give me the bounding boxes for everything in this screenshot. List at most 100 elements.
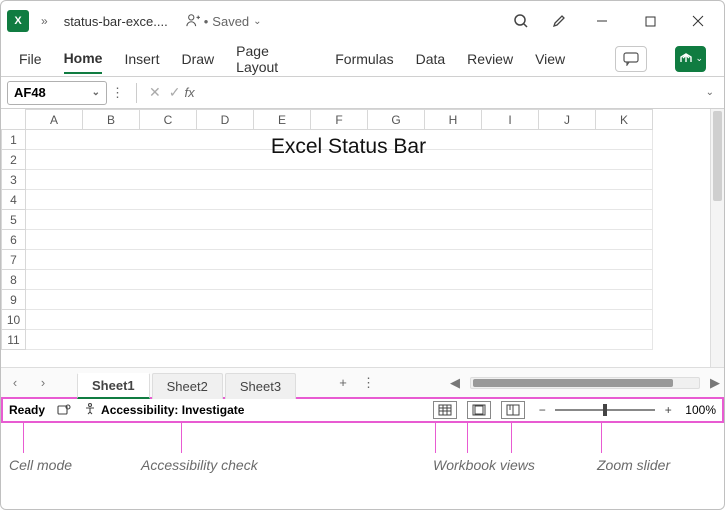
col-header[interactable]: B <box>83 110 140 130</box>
scrollbar-thumb[interactable] <box>473 379 673 387</box>
col-header[interactable]: F <box>311 110 368 130</box>
row-header[interactable]: 10 <box>2 310 26 330</box>
add-sheet-button[interactable]: + <box>328 375 358 390</box>
callout-zoom: Zoom slider <box>597 457 670 473</box>
fx-icon[interactable]: fx <box>184 85 194 100</box>
tab-draw[interactable]: Draw <box>181 45 214 73</box>
row-header[interactable]: 9 <box>2 290 26 310</box>
sheet-nav-next[interactable]: › <box>29 375 57 390</box>
tab-review[interactable]: Review <box>467 45 513 73</box>
scrollbar-thumb[interactable] <box>713 111 722 201</box>
saved-label: Saved <box>212 14 249 29</box>
zoom-thumb[interactable] <box>603 404 607 416</box>
vertical-scrollbar[interactable] <box>710 109 724 367</box>
tab-file[interactable]: File <box>19 45 42 73</box>
sheet-tab[interactable]: Sheet1 <box>77 373 150 399</box>
hscroll-left-icon[interactable]: ◀ <box>446 375 464 391</box>
callout-line <box>601 423 602 453</box>
zoom-in-button[interactable]: + <box>661 403 675 417</box>
horizontal-scrollbar[interactable] <box>470 377 700 389</box>
excel-app-icon: X <box>7 10 29 32</box>
accessibility-label: Accessibility: Investigate <box>101 403 244 417</box>
row-header[interactable]: 11 <box>2 330 26 350</box>
share-button[interactable]: ⌄ <box>675 46 706 72</box>
tab-page-layout[interactable]: Page Layout <box>236 37 313 81</box>
view-normal-button[interactable] <box>433 401 457 419</box>
row-header[interactable]: 2 <box>2 150 26 170</box>
person-icon <box>186 13 200 30</box>
sheet-tab[interactable]: Sheet2 <box>152 373 223 399</box>
row-header[interactable]: 5 <box>2 210 26 230</box>
divider <box>136 83 137 103</box>
title-bar: X » status-bar-exce.... • Saved ⌄ <box>1 1 724 41</box>
zoom-out-button[interactable]: − <box>535 403 549 417</box>
quick-access-overflow-icon[interactable]: » <box>37 14 52 28</box>
pen-icon[interactable] <box>544 6 574 36</box>
view-page-layout-button[interactable] <box>467 401 491 419</box>
name-box[interactable]: AF48 ⌄ <box>7 81 107 105</box>
chevron-down-icon[interactable]: ⌄ <box>92 87 100 98</box>
callout-line <box>511 423 512 453</box>
cell-mode-label: Ready <box>9 403 45 417</box>
close-button[interactable] <box>678 6 718 36</box>
view-page-break-button[interactable] <box>501 401 525 419</box>
search-icon[interactable] <box>506 6 536 36</box>
row-header[interactable]: 3 <box>2 170 26 190</box>
col-header[interactable]: J <box>539 110 596 130</box>
tab-insert[interactable]: Insert <box>124 45 159 73</box>
zoom-percent-label[interactable]: 100% <box>685 403 716 417</box>
excel-window: X » status-bar-exce.... • Saved ⌄ Fil <box>0 0 725 510</box>
tab-home[interactable]: Home <box>64 44 103 74</box>
col-header[interactable]: K <box>596 110 653 130</box>
ribbon-tabs: File Home Insert Draw Page Layout Formul… <box>1 41 724 77</box>
tab-view[interactable]: View <box>535 45 565 73</box>
tab-data[interactable]: Data <box>416 45 446 73</box>
select-all-corner[interactable] <box>2 110 26 130</box>
sheet-nav-prev[interactable]: ‹ <box>1 375 29 390</box>
row-header[interactable]: 8 <box>2 270 26 290</box>
comments-button[interactable] <box>615 46 646 72</box>
col-header[interactable]: C <box>140 110 197 130</box>
save-status[interactable]: • Saved ⌄ <box>186 13 262 30</box>
callout-line <box>181 423 182 453</box>
col-header[interactable]: D <box>197 110 254 130</box>
cancel-formula-icon[interactable]: ✕ <box>145 84 165 101</box>
col-header[interactable]: H <box>425 110 482 130</box>
callout-views: Workbook views <box>433 457 535 473</box>
callout-line <box>23 423 24 453</box>
vertical-dots-icon[interactable]: ⋮ <box>107 85 128 101</box>
callout-accessibility: Accessibility check <box>141 457 258 473</box>
chevron-down-icon: ⌄ <box>696 53 704 64</box>
col-header[interactable]: I <box>482 110 539 130</box>
formula-input[interactable] <box>201 81 696 105</box>
hscroll-right-icon[interactable]: ▶ <box>706 375 724 391</box>
expand-formula-bar-icon[interactable]: ⌄ <box>706 87 714 98</box>
sheet-table[interactable]: A B C D E F G H I J K 1 2 3 4 5 6 7 <box>1 109 653 350</box>
file-name[interactable]: status-bar-exce.... <box>60 12 172 31</box>
row-header[interactable]: 4 <box>2 190 26 210</box>
annotation-callouts: Cell mode Accessibility check Workbook v… <box>1 423 724 487</box>
callout-cell-mode: Cell mode <box>9 457 72 473</box>
minimize-button[interactable] <box>582 6 622 36</box>
maximize-button[interactable] <box>630 6 670 36</box>
accessibility-status[interactable]: Accessibility: Investigate <box>83 402 244 419</box>
name-box-value: AF48 <box>14 85 46 100</box>
row-header[interactable]: 1 <box>2 130 26 150</box>
zoom-slider: − + <box>535 403 675 417</box>
macro-record-icon[interactable] <box>55 401 73 419</box>
col-header[interactable]: G <box>368 110 425 130</box>
col-header[interactable]: E <box>254 110 311 130</box>
zoom-track[interactable] <box>555 409 655 411</box>
spreadsheet-grid: A B C D E F G H I J K 1 2 3 4 5 6 7 <box>1 109 724 367</box>
col-header[interactable]: A <box>26 110 83 130</box>
callout-line <box>467 423 468 453</box>
row-header[interactable]: 6 <box>2 230 26 250</box>
tab-formulas[interactable]: Formulas <box>335 45 393 73</box>
chevron-down-icon: ⌄ <box>253 16 261 27</box>
sheet-menu-icon[interactable]: ⋮ <box>358 375 379 391</box>
status-bar: Ready Accessibility: Investigate − + 100… <box>1 397 724 423</box>
enter-formula-icon[interactable]: ✓ <box>165 84 185 101</box>
sheet-tab[interactable]: Sheet3 <box>225 373 296 399</box>
sheet-tab-bar: ‹ › Sheet1 Sheet2 Sheet3 + ⋮ ◀ ▶ <box>1 367 724 397</box>
row-header[interactable]: 7 <box>2 250 26 270</box>
